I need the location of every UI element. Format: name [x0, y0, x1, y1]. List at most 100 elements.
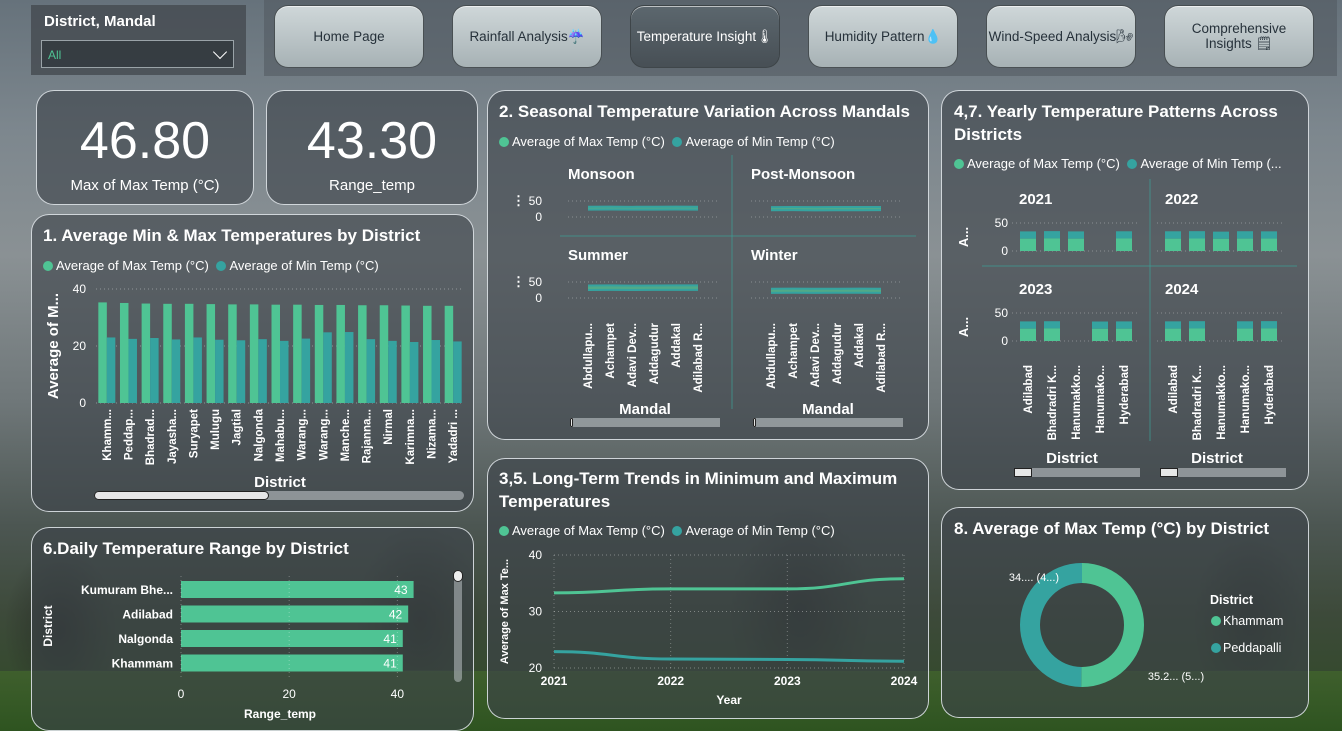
chart3-svg[interactable]: 2021 50 0 A... 2022 2023 50 0 A... 2024 Adilabad Bh… — [942, 91, 1310, 491]
nav-comprehensive-button[interactable]: Comprehensive Insights 🗒 — [1164, 5, 1314, 68]
x-tick-label: Addagudur — [649, 322, 661, 384]
scrollbar-thumb[interactable] — [1014, 468, 1032, 477]
x-tick-label: Hanumako... — [1095, 365, 1107, 433]
scrollbar-thumb[interactable] — [753, 418, 756, 427]
nav-windspeed-button[interactable]: Wind-Speed Analysis🌬 — [986, 5, 1136, 68]
kpi-max-temp-card: 46.80 Max of Max Temp (°C) — [36, 90, 254, 205]
scrollbar-thumb[interactable] — [94, 491, 269, 500]
chart2-scrollbar-right[interactable] — [753, 418, 903, 427]
chevron-down-icon — [212, 44, 228, 60]
chart4-panel: 3,5. Long-Term Trends in Minimum and Max… — [487, 458, 929, 719]
bar-min — [280, 340, 289, 403]
x-tick-label: Mulugu — [210, 409, 222, 450]
x-tick-label: Rajanna... — [362, 409, 374, 463]
bar-max-segment — [1020, 321, 1036, 329]
bar-min-segment — [1261, 328, 1277, 341]
bar-min — [388, 340, 397, 403]
x-tick-label: Warang... — [297, 409, 309, 460]
bar-min-segment — [1068, 238, 1084, 251]
bar — [181, 605, 409, 623]
scrollbar-thumb[interactable] — [1160, 468, 1178, 477]
scrollbar-thumb[interactable] — [453, 570, 463, 582]
bar-min-segment — [1189, 328, 1205, 341]
x-tick-label: Addakal — [671, 323, 683, 368]
x-tick-label: Bhadradri K... — [1047, 365, 1059, 440]
nav-label: Home Page — [313, 29, 385, 44]
chart5-scrollbar[interactable] — [453, 570, 463, 682]
x-axis-title: District — [1046, 450, 1098, 467]
nav-rainfall-button[interactable]: Rainfall Analysis☔ — [452, 5, 602, 68]
year-title: 2024 — [1165, 281, 1199, 298]
nav-humidity-button[interactable]: Humidity Pattern💧 — [808, 5, 958, 68]
bar-min-segment — [1237, 238, 1253, 251]
chart5-svg[interactable]: Kumuram Bhe... 43 Adilabad 42 Nalgonda 41 Kham… — [32, 528, 475, 728]
bar-min — [258, 339, 267, 403]
x-tick-label: 20 — [283, 687, 297, 701]
data-label: 41 — [383, 657, 397, 671]
x-axis-title: Mandal — [802, 401, 854, 418]
bar-min — [453, 341, 462, 403]
y-tick-label: Nalgonda — [118, 632, 173, 646]
bar-min-segment — [1020, 328, 1036, 341]
bar-max — [423, 305, 432, 403]
bar-max-segment — [1044, 321, 1060, 329]
chart2-scrollbar-left[interactable] — [570, 418, 720, 427]
x-tick-label: Hyderabad — [1119, 365, 1131, 424]
bar-max — [293, 304, 302, 403]
bar-max-segment — [1189, 321, 1205, 329]
chart6-svg[interactable]: 34.... (4...) 35.2... (5...) District Khamm… — [942, 508, 1310, 719]
legend-label: Peddapalli — [1223, 641, 1281, 655]
bar — [181, 581, 414, 598]
slicer-dropdown[interactable]: All — [41, 40, 234, 68]
bar-max — [184, 303, 194, 403]
bar-max — [228, 304, 237, 403]
x-tick-label: Nalgonda — [253, 408, 265, 461]
scrollbar-thumb[interactable] — [570, 418, 573, 427]
year-title: 2022 — [1165, 191, 1198, 208]
bar — [181, 654, 403, 672]
x-axis-title: Mandal — [619, 401, 671, 418]
kpi-value: 46.80 — [79, 112, 211, 170]
chart3-scrollbar-left[interactable] — [1014, 468, 1140, 477]
nav-home-button[interactable]: Home Page — [274, 5, 424, 68]
data-label: 41 — [383, 632, 397, 646]
bar-min — [301, 338, 311, 403]
chart4-svg[interactable]: 20 30 40 2021 2022 2023 2024 Average of Max Te.… — [488, 459, 930, 720]
bar-max-segment — [1165, 231, 1181, 239]
x-tick-label: Mahabu... — [275, 409, 287, 462]
x-tick-label: Hanumakko... — [1216, 365, 1228, 440]
data-label: 42 — [389, 608, 403, 622]
bar-min — [366, 339, 376, 403]
nav-temperature-button[interactable]: Temperature Insight🌡 — [630, 5, 780, 68]
chart2-svg[interactable]: Monsoon 50 0 ⋮ Post-Monsoon Summer 50 0 ⋮ Winter A… — [488, 91, 930, 441]
season-title: Post-Monsoon — [751, 166, 855, 183]
bar-max — [163, 303, 172, 403]
bar-max — [444, 305, 454, 403]
x-tick-label: Abdullapu... — [766, 323, 778, 389]
chart1-scrollbar[interactable] — [94, 491, 464, 500]
bar-max — [119, 302, 129, 403]
y-tick-label: 50 — [995, 216, 1009, 230]
x-tick-label: Adilabad R... — [693, 323, 705, 393]
donut-slice — [1081, 563, 1145, 687]
x-tick-label: 40 — [391, 687, 405, 701]
x-tick-label: Adilabad R... — [876, 323, 888, 393]
legend-title: District — [1210, 593, 1254, 607]
x-axis-title: District — [1191, 450, 1243, 467]
year-title: 2023 — [1019, 281, 1052, 298]
bar-min-segment — [1116, 238, 1132, 251]
chart1-svg[interactable]: 0 20 40 Average of M... Khamm... Peddap... Bha… — [32, 215, 475, 513]
nav-label: Temperature Insight🌡 — [636, 28, 774, 44]
chart3-scrollbar-right[interactable] — [1160, 468, 1286, 477]
x-tick-label: Achampet — [788, 323, 800, 379]
x-tick-label: Adilabad — [1023, 365, 1035, 414]
bar-min-segment — [1189, 238, 1205, 251]
bar-min-segment — [1020, 238, 1036, 251]
x-tick-label: Karimna... — [405, 409, 417, 465]
bar-max — [401, 305, 410, 403]
nav-label: Wind-Speed Analysis🌬 — [988, 28, 1134, 44]
x-tick-label: 2024 — [891, 674, 918, 688]
y-tick-label: 20 — [73, 339, 87, 353]
bar-min — [106, 337, 116, 403]
x-tick-label: Suryapet — [188, 409, 200, 458]
